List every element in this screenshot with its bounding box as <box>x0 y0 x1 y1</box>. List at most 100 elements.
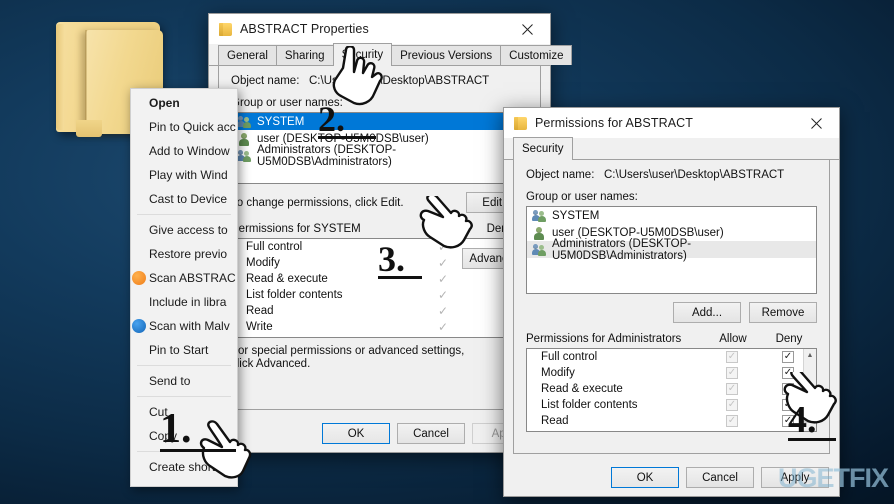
properties-tab-general[interactable]: General <box>218 45 277 65</box>
context-menu-item-play-with-wind[interactable]: Play with Wind <box>131 163 237 187</box>
watermark-right: TFIX <box>833 463 889 493</box>
context-menu-item-restore-previo[interactable]: Restore previo <box>131 242 237 266</box>
menu-separator <box>137 396 231 397</box>
checkbox-icon: ✓ <box>726 367 738 379</box>
permission-name: Read <box>541 415 569 427</box>
watermark-left: UGE <box>777 463 835 493</box>
object-name-row: Object name: C:\Users\user\Desktop\ABSTR… <box>514 159 829 185</box>
allow-checkbox[interactable]: ✓ <box>704 399 760 411</box>
properties-tab-sharing[interactable]: Sharing <box>275 45 334 65</box>
permission-row[interactable]: List folder contents ✓ <box>232 287 527 303</box>
permission-row[interactable]: Full control ✓ ✓ <box>527 349 816 365</box>
allow-checkbox[interactable]: ✓ <box>704 383 760 395</box>
checkbox-icon: ✓ <box>726 399 738 411</box>
allow-column-header: Allow <box>719 333 747 345</box>
checkmark-icon: ✓ <box>437 256 449 270</box>
permission-name: Read <box>246 305 274 317</box>
user-icon <box>532 226 547 240</box>
properties-title: ABSTRACT Properties <box>240 22 369 36</box>
context-menu-item-pin-to-start[interactable]: Pin to Start <box>131 338 237 362</box>
list-item[interactable]: Administrators (DESKTOP-U5M0DSB\Administ… <box>232 144 527 168</box>
checkbox-icon: ✓ <box>782 367 794 379</box>
permissions-tab-security[interactable]: Security <box>513 137 573 160</box>
permission-row[interactable]: Read ✓ ✓ <box>527 413 816 429</box>
context-menu-item-scan-abstrac[interactable]: Scan ABSTRAC <box>131 266 237 290</box>
context-menu-item-label: Send to <box>149 374 191 388</box>
permissions-header: Permissions for SYSTEM Allow Deny <box>219 213 540 238</box>
context-menu-item-create-shortcut[interactable]: Create shortcut <box>131 455 237 479</box>
context-menu-item-delete[interactable]: Delete <box>131 479 237 486</box>
list-item-label: SYSTEM <box>552 209 600 222</box>
permission-row[interactable]: List folder contents ✓ ✓ <box>527 397 816 413</box>
close-icon[interactable] <box>794 108 839 138</box>
group-icon <box>237 115 252 129</box>
menu-separator <box>137 365 231 366</box>
list-item-label: Administrators (DESKTOP-U5M0DSB\Administ… <box>257 143 397 168</box>
folder-small-icon <box>219 22 232 36</box>
add-button[interactable]: Add... <box>673 302 741 323</box>
checkbox-icon: ✓ <box>726 415 738 427</box>
ugetfix-watermark: UGETFIX <box>777 463 889 494</box>
context-menu-item-label: Scan ABSTRAC <box>149 271 236 285</box>
allow-checkbox[interactable]: ✓ <box>415 273 471 285</box>
context-menu-item-pin-to-quick-acc[interactable]: Pin to Quick acc <box>131 115 237 139</box>
permission-name: Write <box>246 321 273 333</box>
context-menu-item-add-to-window[interactable]: Add to Window <box>131 139 237 163</box>
list-item[interactable]: SYSTEM <box>232 113 527 130</box>
checkmark-icon: ✓ <box>437 304 449 318</box>
remove-button[interactable]: Remove <box>749 302 817 323</box>
context-menu-item-send-to[interactable]: Send to <box>131 369 237 393</box>
group-user-listbox[interactable]: SYSTEMuser (DESKTOP-U5M0DSB\user)Adminis… <box>231 112 528 184</box>
allow-checkbox[interactable]: ✓ <box>415 289 471 301</box>
group-user-listbox[interactable]: SYSTEMuser (DESKTOP-U5M0DSB\user)Adminis… <box>526 206 817 294</box>
group-icon <box>532 243 547 257</box>
allow-checkbox[interactable]: ✓ <box>704 367 760 379</box>
permission-row[interactable]: Modify ✓ ✓ <box>527 365 816 381</box>
context-menu-item-label: Pin to Quick acc <box>149 120 236 134</box>
checkbox-icon: ✓ <box>726 383 738 395</box>
ok-button[interactable]: OK <box>611 467 679 488</box>
list-item[interactable]: SYSTEM <box>527 207 816 224</box>
close-icon[interactable] <box>505 14 550 44</box>
list-item[interactable]: Administrators (DESKTOP-U5M0DSB\Administ… <box>527 238 816 262</box>
permissions-security-panel: Object name: C:\Users\user\Desktop\ABSTR… <box>513 159 830 454</box>
permission-row[interactable]: Read & execute ✓ ✓ <box>527 381 816 397</box>
properties-titlebar: ABSTRACT Properties <box>209 14 550 44</box>
context-menu-item-open[interactable]: Open <box>131 91 237 115</box>
cancel-button[interactable]: Cancel <box>397 423 465 444</box>
context-menu-item-cast-to-device[interactable]: Cast to Device <box>131 187 237 211</box>
allow-checkbox[interactable]: ✓ <box>415 305 471 317</box>
context-menu-item-give-access-to[interactable]: Give access to <box>131 218 237 242</box>
permissions-titlebar: Permissions for ABSTRACT <box>504 108 839 138</box>
object-name-value: C:\Users\user\Desktop\ABSTRACT <box>309 75 490 87</box>
properties-tab-previous-versions[interactable]: Previous Versions <box>391 45 502 65</box>
properties-tab-security[interactable]: Security <box>332 43 393 66</box>
advanced-note-line1: For special permissions or advanced sett… <box>231 345 465 357</box>
ok-button[interactable]: OK <box>322 423 390 444</box>
object-name-label: Object name: <box>526 169 595 181</box>
properties-tabstrip[interactable]: General Sharing Security Previous Versions C… <box>209 43 573 66</box>
allow-checkbox[interactable]: ✓ <box>704 351 760 363</box>
tab-label: Sharing <box>284 50 325 62</box>
context-menu-item-scan-with-malv[interactable]: Scan with Malv <box>131 314 237 338</box>
context-menu-item-include-in-libra[interactable]: Include in libra <box>131 290 237 314</box>
permissions-tabstrip[interactable]: Security <box>504 137 839 160</box>
checkmark-icon: ✓ <box>437 240 449 254</box>
scroll-up-icon[interactable]: ▲ <box>804 349 816 362</box>
folder-crease <box>85 30 87 130</box>
cancel-button[interactable]: Cancel <box>686 467 754 488</box>
permission-row[interactable]: Read ✓ <box>232 303 527 319</box>
properties-tab-customize[interactable]: Customize <box>500 45 573 65</box>
permissions-list[interactable]: ▲ Full control ✓ ✓ Modify ✓ ✓ Read & execute ✓ ✓… <box>526 348 817 432</box>
step-number-3: 3. <box>378 238 422 279</box>
tab-label: Security <box>341 49 384 61</box>
object-name-row: Object name: C:\Users\user\Desktop\ABSTR… <box>219 65 540 91</box>
context-menu-item-label: Create shortcut <box>149 460 232 474</box>
allow-checkbox[interactable]: ✓ <box>704 415 760 427</box>
permission-row[interactable]: Write ✓ <box>232 319 527 335</box>
abstract-properties-dialog[interactable]: ABSTRACT Properties General Sharing Securi… <box>208 13 573 453</box>
checkbox-icon: ✓ <box>782 383 794 395</box>
allow-checkbox[interactable]: ✓ <box>415 321 471 333</box>
folder-spine <box>56 24 64 130</box>
context-menu-item-label: Delete <box>149 484 184 486</box>
